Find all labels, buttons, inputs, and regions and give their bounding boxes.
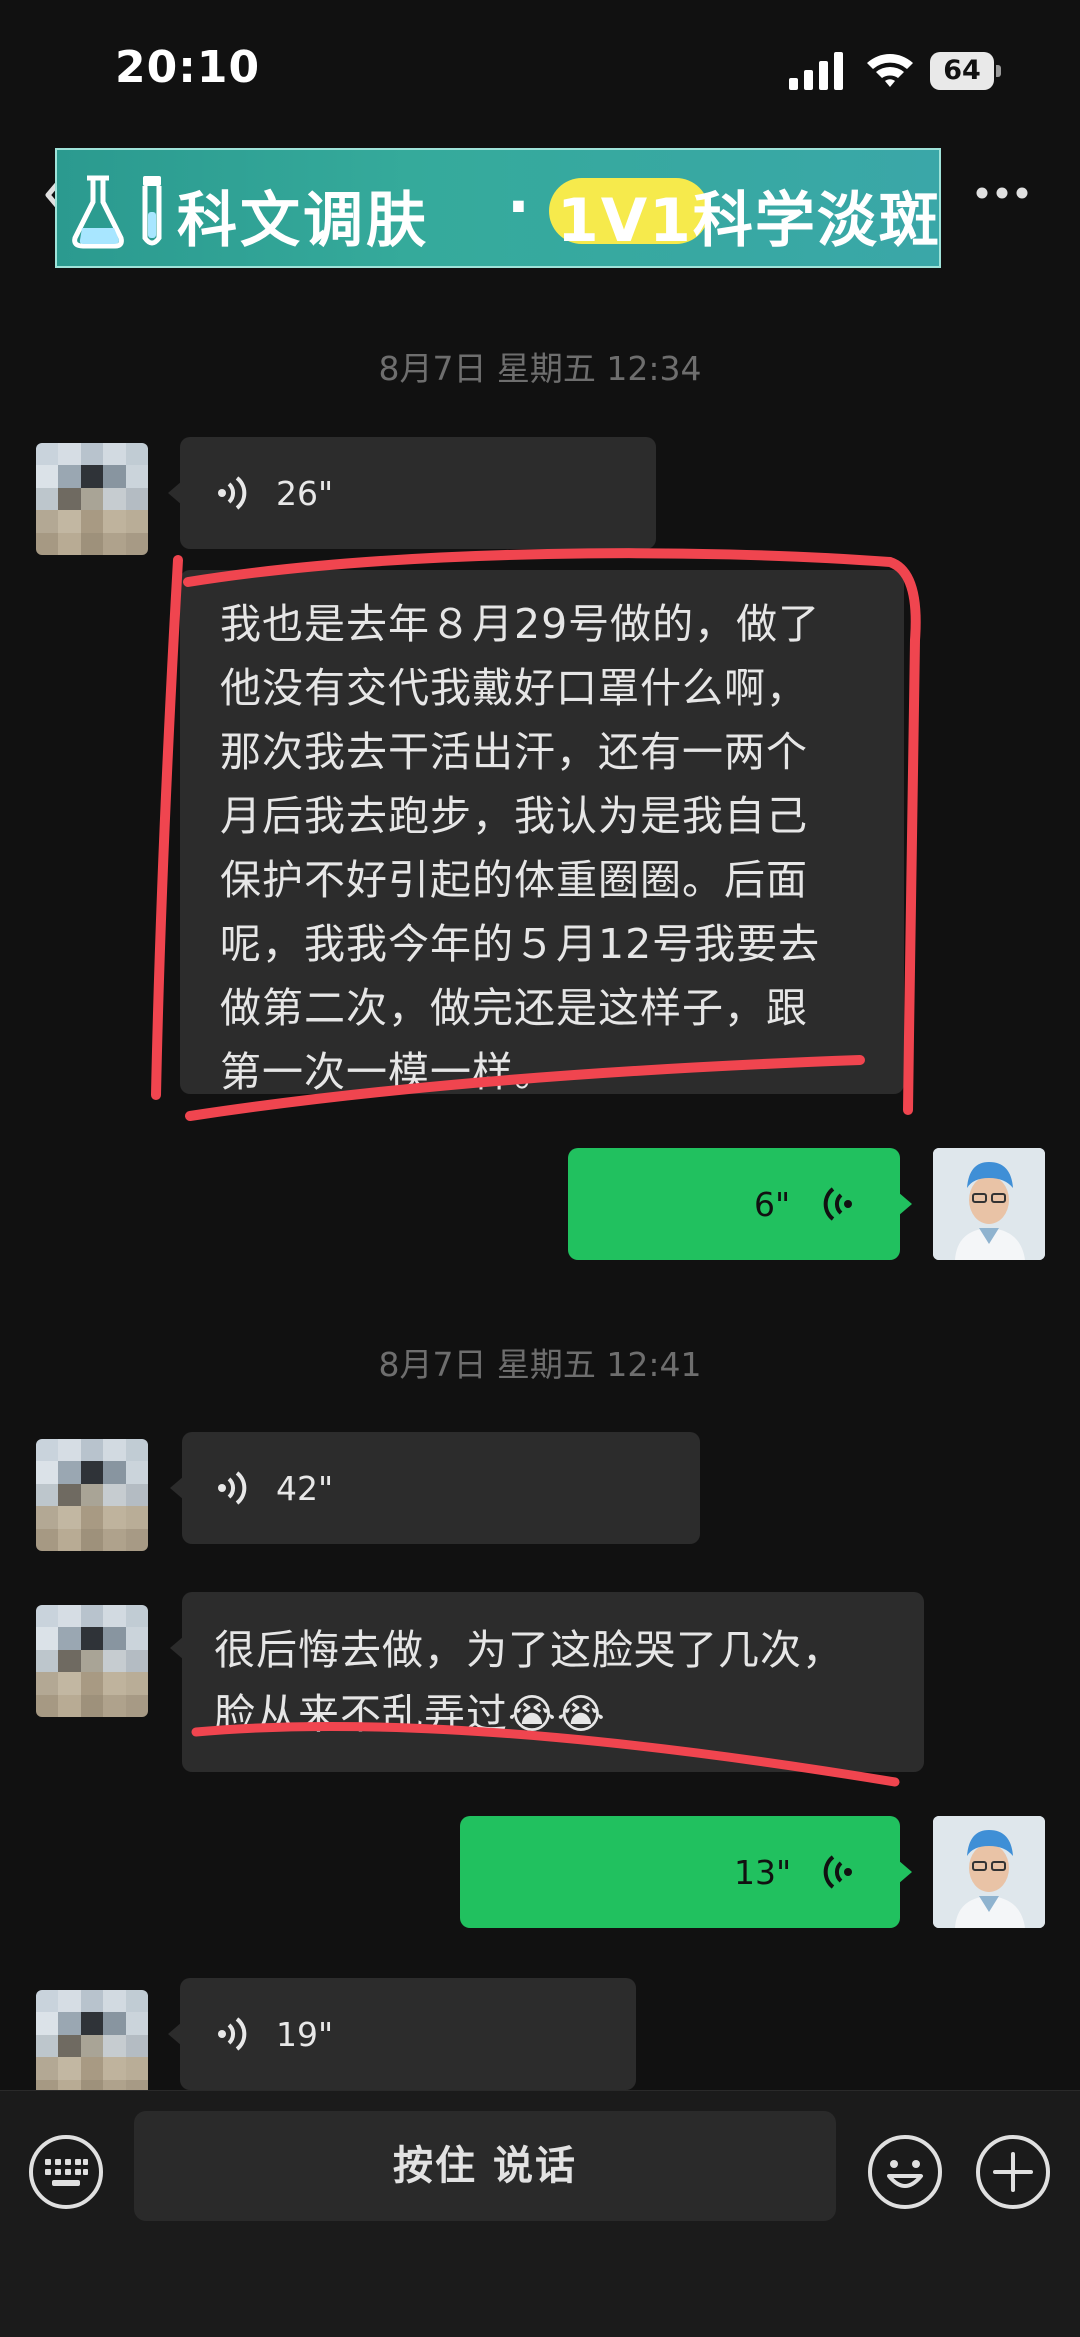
avatar-mosaic xyxy=(36,1439,148,1551)
text-message[interactable]: 很后悔去做，为了这脸哭了几次， 脸从来不乱弄过😭😭 xyxy=(170,1592,924,1772)
emoji-icon[interactable] xyxy=(867,2134,943,2210)
doctor-avatar-icon xyxy=(933,1148,1045,1260)
signal-icon xyxy=(789,52,843,90)
voice-message[interactable]: 26" xyxy=(168,437,656,549)
voice-duration: 26" xyxy=(276,474,334,513)
banner-title: 科文调肤 xyxy=(177,186,429,256)
avatar-self[interactable] xyxy=(933,1148,1045,1260)
chat-screen: 20:10 64 科文调肤 · 1V1科学淡斑 8月7日 星期五 12:34 2… xyxy=(0,0,1080,2337)
voice-duration: 13" xyxy=(734,1853,792,1892)
more-dots-icon[interactable] xyxy=(975,185,1030,201)
annotation-bracket xyxy=(151,555,183,1100)
plus-icon[interactable] xyxy=(975,2134,1051,2210)
avatar-mosaic xyxy=(36,1990,148,2102)
text-message[interactable]: 我也是去年８月29号做的，做了 他没有交代我戴好口罩什么啊， 那次我去干活出汗，… xyxy=(180,570,904,1096)
chat-title-banner: 科文调肤 · 1V1科学淡斑 xyxy=(55,148,941,268)
status-time: 20:10 xyxy=(115,42,261,93)
avatar[interactable] xyxy=(36,1439,148,1551)
avatar-self[interactable] xyxy=(933,1816,1045,1928)
voice-duration: 42" xyxy=(276,1469,334,1508)
avatar[interactable] xyxy=(36,1990,148,2102)
voice-duration: 19" xyxy=(276,2015,334,2054)
battery-level: 64 xyxy=(943,55,981,86)
voice-wave-icon xyxy=(218,2017,247,2051)
chat-header: 科文调肤 · 1V1科学淡斑 xyxy=(0,140,1080,268)
avatar[interactable] xyxy=(36,1605,148,1717)
battery-icon: 64 xyxy=(930,52,1002,90)
voice-message-sent[interactable]: 6" xyxy=(568,1148,912,1260)
voice-wave-icon xyxy=(218,476,247,510)
hold-to-talk-label: 按住 说话 xyxy=(393,2143,577,2189)
chat-timestamp: 8月7日 星期五 12:34 xyxy=(378,349,702,388)
voice-duration: 6" xyxy=(754,1185,791,1224)
keyboard-icon[interactable] xyxy=(28,2134,104,2210)
avatar[interactable] xyxy=(36,443,148,555)
voice-wave-icon xyxy=(823,1855,852,1889)
wifi-icon xyxy=(867,54,913,87)
input-bar: 按住 说话 xyxy=(0,2090,1080,2337)
voice-message[interactable]: 42" xyxy=(170,1432,700,1544)
banner-dot: · xyxy=(507,172,530,242)
voice-wave-icon xyxy=(218,1471,247,1505)
status-bar: 20:10 64 xyxy=(0,0,1080,140)
message-text: 很后悔去做，为了这脸哭了几次， 脸从来不乱弄过😭😭 xyxy=(214,1626,844,1738)
banner-subtitle: 1V1科学淡斑 xyxy=(557,186,941,256)
flask-icon xyxy=(72,175,162,249)
avatar-mosaic xyxy=(36,443,148,555)
chat-timestamp: 8月7日 星期五 12:41 xyxy=(378,1345,702,1384)
voice-message[interactable]: 19" xyxy=(168,1978,636,2090)
voice-message-sent[interactable]: 13" xyxy=(460,1816,912,1928)
voice-wave-icon xyxy=(823,1187,852,1221)
message-text: 我也是去年８月29号做的，做了 他没有交代我戴好口罩什么啊， 那次我去干活出汗，… xyxy=(220,600,821,1096)
avatar-mosaic xyxy=(36,1605,148,1717)
hold-to-talk-button[interactable]: 按住 说话 xyxy=(134,2111,836,2221)
doctor-avatar-icon xyxy=(933,1816,1045,1928)
